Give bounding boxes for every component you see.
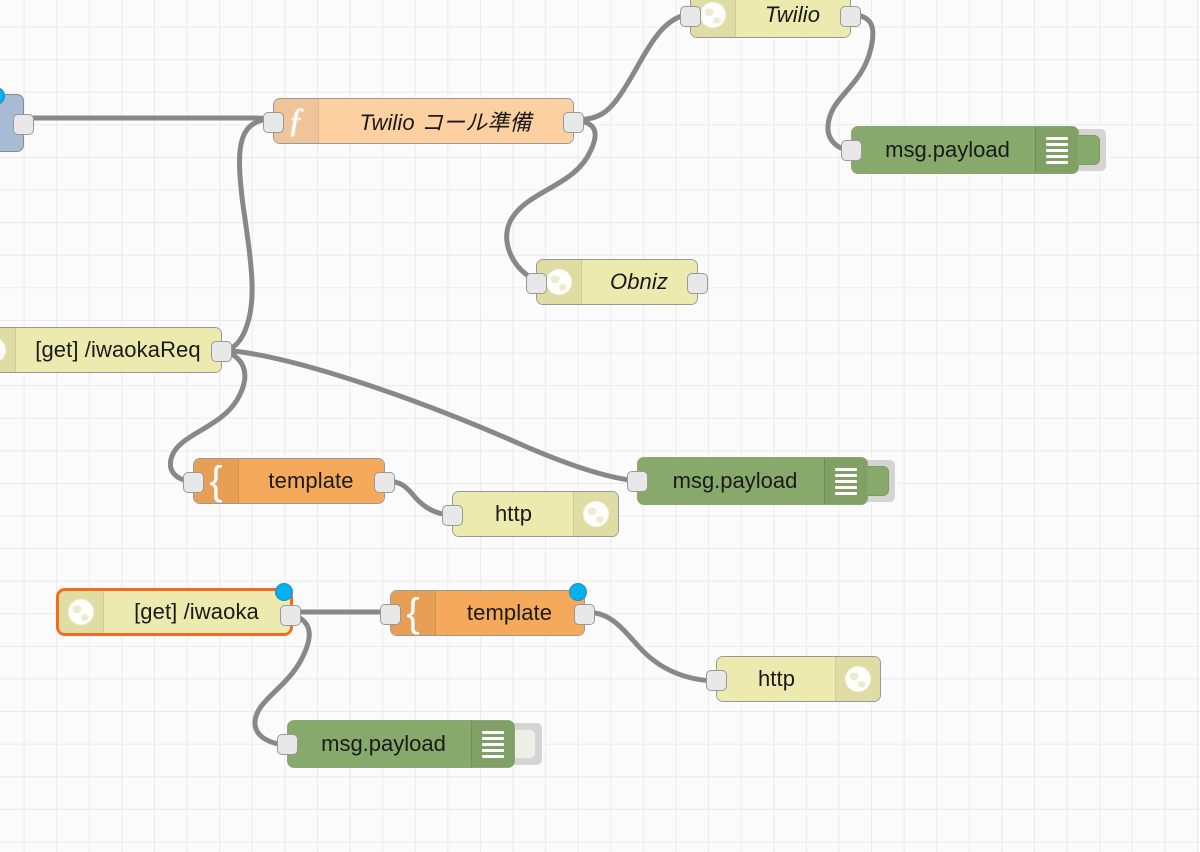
node-label: [get] /iwaoka (134, 599, 259, 624)
wire[interactable] (21, 115, 276, 124)
debug-list-icon (1035, 127, 1078, 173)
status-badge (0, 87, 5, 105)
node-label: template (466, 600, 553, 625)
node-icon (59, 591, 104, 633)
node-http-response-bottom[interactable]: http (706, 656, 881, 702)
node-label: http (757, 666, 796, 691)
output-port[interactable] (280, 604, 301, 626)
node-body: Obniz (537, 260, 697, 304)
output-port[interactable] (211, 340, 232, 362)
output-port[interactable] (574, 603, 595, 625)
output-port[interactable] (563, 111, 584, 133)
input-port[interactable] (183, 471, 204, 493)
globe-icon (67, 598, 95, 626)
output-port[interactable] (374, 471, 395, 493)
node-template-mid[interactable]: { template (183, 458, 395, 504)
node-label: template (268, 468, 354, 493)
input-port[interactable] (442, 504, 463, 526)
input-port[interactable] (380, 603, 401, 625)
node-body: { template (391, 591, 584, 635)
node-label: Twilio コール準備 (359, 110, 532, 135)
debug-label: msg.payload (321, 731, 446, 756)
node-body: Twilio (691, 0, 850, 37)
flow-canvas[interactable]: ƒ Twilio コール準備 Twilio Obniz [get] /iwaokaReq… (0, 0, 1200, 852)
wire[interactable] (220, 117, 266, 353)
node-http-response-mid[interactable]: http (442, 491, 619, 537)
globe-icon (699, 1, 727, 29)
node-body: [get] /iwaokaReq (0, 328, 221, 372)
node-label: Twilio (764, 2, 821, 27)
node-fn-twilio-call-prep[interactable]: ƒ Twilio コール準備 (263, 98, 584, 144)
debug-body: msg.payload (277, 720, 515, 768)
node-body: ƒ Twilio コール準備 (274, 99, 573, 143)
input-port[interactable] (277, 734, 298, 755)
node-twilio[interactable]: Twilio (680, 0, 861, 38)
node-body: [get] /iwaoka (59, 591, 290, 633)
node-http-in-iwaokareq[interactable]: [get] /iwaokaReq (0, 327, 232, 373)
node-http-in-iwaoka[interactable]: [get] /iwaoka (56, 583, 301, 636)
debug-list-icon (471, 721, 514, 767)
globe-icon (844, 665, 872, 693)
wire[interactable] (582, 609, 717, 684)
brace-icon: { (406, 591, 420, 635)
node-obniz[interactable]: Obniz (526, 259, 708, 305)
globe-icon (545, 268, 573, 296)
node-debug-bottom[interactable]: msg.payload (277, 720, 545, 768)
input-port[interactable] (263, 111, 284, 133)
node-icon (0, 328, 16, 372)
node-label: Obniz (610, 269, 668, 294)
globe-icon (582, 500, 610, 528)
node-template-bottom[interactable]: { template (380, 583, 595, 636)
input-port[interactable] (841, 140, 862, 161)
output-port[interactable] (840, 5, 861, 27)
node-inject-edge[interactable] (0, 87, 34, 152)
node-icon (573, 492, 618, 536)
node-debug-mid[interactable]: msg.payload (627, 457, 898, 505)
node-debug-top[interactable]: msg.payload (841, 126, 1109, 174)
debug-body: msg.payload (627, 457, 868, 505)
input-port[interactable] (526, 272, 547, 294)
brace-icon: { (209, 459, 223, 503)
node-label: http (494, 501, 533, 526)
globe-icon (0, 338, 7, 362)
wire[interactable] (504, 117, 598, 285)
node-body: http (453, 492, 618, 536)
output-port[interactable] (687, 272, 708, 294)
input-port[interactable] (627, 471, 648, 492)
node-body: http (717, 657, 880, 701)
debug-body: msg.payload (841, 126, 1079, 174)
debug-label: msg.payload (885, 137, 1010, 162)
node-body: { template (194, 459, 384, 503)
function-icon: ƒ (287, 102, 305, 139)
input-port[interactable] (680, 5, 701, 27)
output-port[interactable] (13, 113, 34, 135)
wire[interactable] (571, 11, 693, 123)
node-label: [get] /iwaokaReq (35, 337, 201, 362)
debug-list-icon (824, 458, 867, 504)
debug-label: msg.payload (672, 468, 798, 493)
status-badge (569, 583, 587, 601)
input-port[interactable] (706, 669, 727, 691)
status-badge (275, 583, 293, 601)
node-icon (835, 657, 880, 701)
